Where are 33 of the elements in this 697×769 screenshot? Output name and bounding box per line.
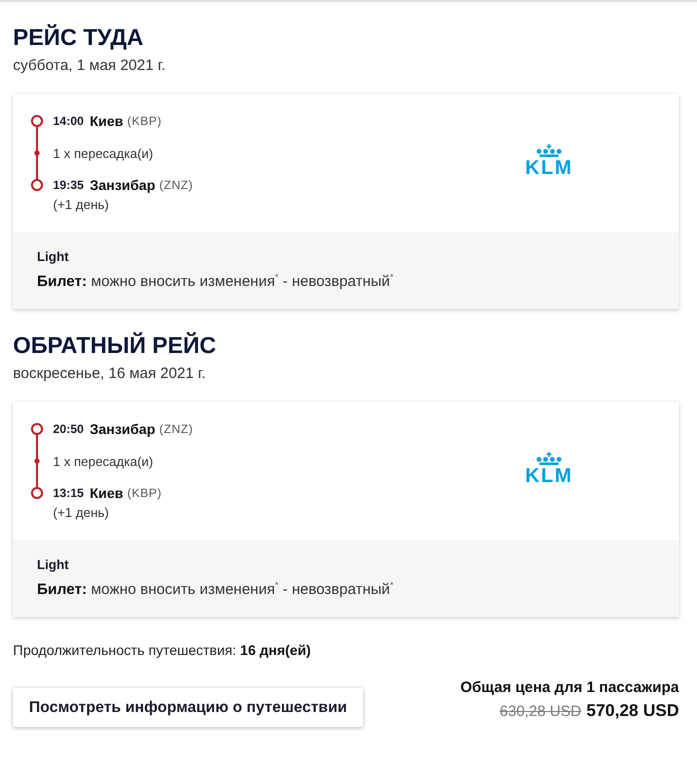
flight-date: воскресенье, 16 мая 2021 г.	[13, 364, 207, 384]
crown-icon	[536, 452, 562, 464]
day-offset-text: (+1 день)	[53, 504, 110, 522]
airline-logo-text: KLM	[525, 158, 573, 176]
airport-code: (ZNZ)	[159, 422, 194, 436]
departure-time: 20:50	[53, 422, 84, 436]
city-name: Занзибар	[90, 177, 156, 193]
fare-conditions: Билет: можно вносить изменения$^{*}$ - невозвратный$^{*}$	[37, 271, 394, 292]
departure-time: 19:35	[53, 178, 84, 192]
day-offset-text: (+1 день)	[53, 196, 110, 214]
airport-code: (KBP)	[127, 114, 162, 128]
crown-icon	[536, 144, 562, 156]
departure-time: 13:15	[53, 486, 84, 500]
section-title: РЕЙС ТУДА	[13, 23, 144, 51]
flight-date: суббота, 1 мая 2021 г.	[13, 56, 167, 76]
airport-code: (ZNZ)	[159, 178, 194, 192]
city-name: Киев	[90, 113, 124, 129]
fare-name: Light	[37, 248, 70, 266]
total-price: 570,28 USD	[586, 701, 679, 721]
fare-conditions: Билет: можно вносить изменения$^{*}$ - невозвратный$^{*}$	[37, 579, 394, 600]
transfer-text: 1 x пересадка(и)	[53, 146, 154, 160]
price-label: Общая цена для 1 пассажира	[460, 678, 679, 698]
section-title: ОБРАТНЫЙ РЕЙС	[13, 331, 218, 359]
old-price: 630,28 USD	[500, 703, 582, 720]
duration-text: Продолжительность путешествия: 16 дня(ей)	[13, 641, 312, 660]
transfer-text: 1 x пересадка(и)	[53, 454, 154, 468]
fare-name: Light	[37, 556, 70, 574]
departure-time: 14:00	[53, 114, 84, 128]
details-button[interactable]: Посмотреть информацию о путешествии	[13, 688, 364, 727]
airline-logo-text: KLM	[525, 466, 573, 484]
city-name: Киев	[90, 485, 124, 501]
airport-code: (KBP)	[127, 486, 162, 500]
city-name: Занзибар	[90, 421, 156, 437]
